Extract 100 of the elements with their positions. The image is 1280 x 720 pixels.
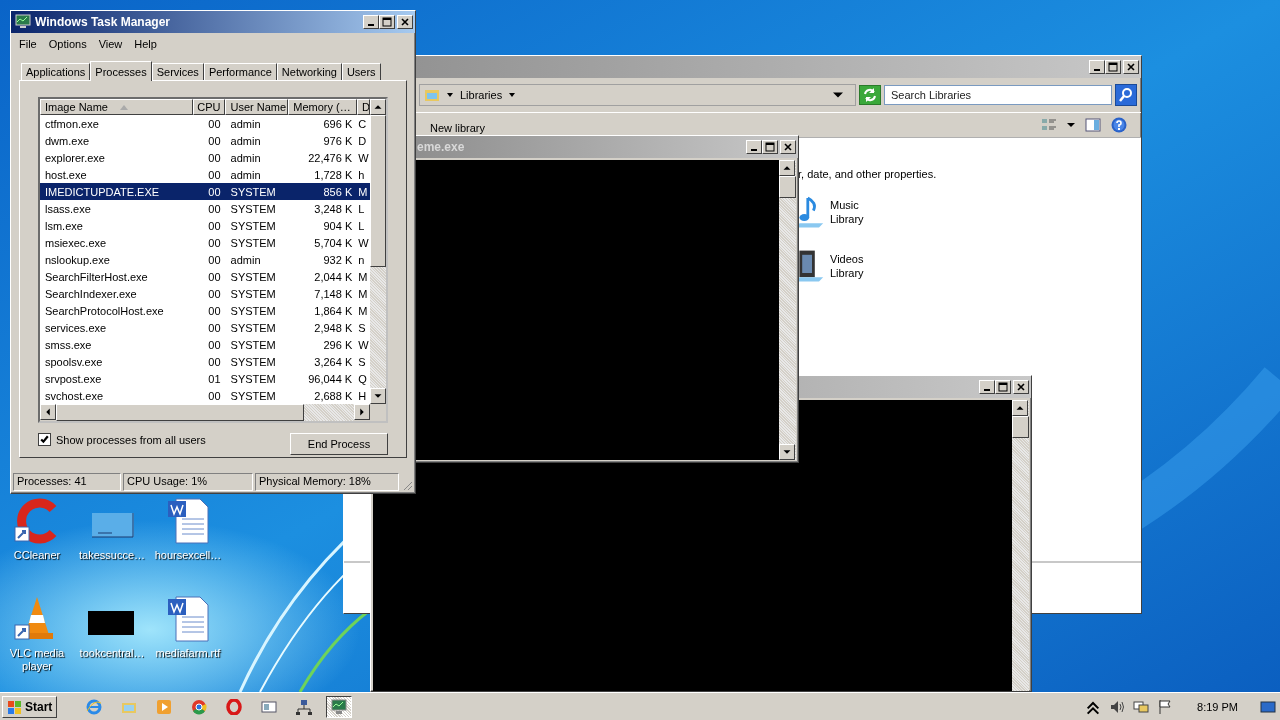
table-cell-text: 00 xyxy=(207,389,222,402)
vertical-scrollbar[interactable] xyxy=(779,160,796,460)
column-header[interactable]: Image Name xyxy=(40,99,193,115)
tab[interactable]: Processes xyxy=(90,61,152,81)
close-button[interactable] xyxy=(1013,380,1029,394)
network-icon[interactable] xyxy=(1133,698,1150,715)
table-cell-text: 96,044 K xyxy=(307,372,354,385)
minimize-button[interactable] xyxy=(746,140,762,154)
resize-grip-icon[interactable] xyxy=(401,479,413,491)
menu-item[interactable]: File xyxy=(19,38,37,50)
table-cell-text: 5,704 K xyxy=(313,236,354,249)
library-name[interactable]: Videos xyxy=(830,252,864,266)
up-arrow-icon[interactable] xyxy=(1012,400,1028,416)
process-row[interactable]: spoolsv.exe 00 SYSTEM 3,264 K S xyxy=(40,353,370,370)
maximize-button[interactable] xyxy=(762,140,778,154)
process-row[interactable]: IMEDICTUPDATE.EXE 00 SYSTEM 856 K M xyxy=(40,183,370,200)
close-button[interactable] xyxy=(397,15,413,29)
tab[interactable]: Applications xyxy=(21,63,91,80)
process-row[interactable]: smss.exe 00 SYSTEM 296 K W xyxy=(40,336,370,353)
refresh-button[interactable] xyxy=(859,85,881,105)
table-cell-text: 00 xyxy=(207,304,222,317)
tab[interactable]: Performance xyxy=(203,63,277,80)
scroll-thumb[interactable] xyxy=(1012,416,1029,438)
tab[interactable]: Services xyxy=(151,63,204,80)
table-cell-text: 696 K xyxy=(322,117,354,130)
table-cell-text: 00 xyxy=(207,355,222,368)
process-row[interactable]: host.exe 00 admin 1,728 K h xyxy=(40,166,370,183)
horizontal-scrollbar[interactable] xyxy=(40,404,370,421)
maximize-button[interactable] xyxy=(1105,60,1121,74)
table-cell-text: SearchProtocolHost.exe xyxy=(44,304,165,317)
checkbox-label[interactable]: Show processes from all users xyxy=(56,433,206,446)
caret-icon[interactable] xyxy=(1067,121,1075,129)
minimize-icon xyxy=(751,149,757,151)
down-arrow-icon[interactable] xyxy=(370,388,386,404)
vertical-scrollbar[interactable] xyxy=(370,99,386,421)
process-row[interactable]: srvpost.exe 01 SYSTEM 96,044 K Q xyxy=(40,370,370,387)
library-name[interactable]: Music xyxy=(830,198,864,212)
table-cell-text: M xyxy=(357,304,369,317)
process-row[interactable]: SearchProtocolHost.exe 00 SYSTEM 1,864 K M xyxy=(40,302,370,319)
checkbox[interactable] xyxy=(38,433,51,446)
table-cell-text: M xyxy=(357,287,369,300)
table-cell-text: SYSTEM xyxy=(229,287,277,300)
process-row[interactable]: SearchIndexer.exe 00 SYSTEM 7,148 K M xyxy=(40,285,370,302)
maximize-button[interactable] xyxy=(995,380,1011,394)
close-icon xyxy=(783,142,793,152)
caret-icon[interactable] xyxy=(508,91,517,99)
tab[interactable]: Users xyxy=(341,63,381,80)
process-row[interactable]: lsm.exe 00 SYSTEM 904 K L xyxy=(40,217,370,234)
up-arrow-icon[interactable] xyxy=(370,99,386,115)
preview-pane-icon[interactable] xyxy=(1085,117,1101,133)
process-row[interactable]: svchost.exe 00 SYSTEM 2,688 K H xyxy=(40,387,370,404)
table-cell-text: admin xyxy=(229,151,262,164)
start-button[interactable]: Start xyxy=(2,695,58,718)
up-arrow-icon[interactable] xyxy=(779,160,795,176)
process-row[interactable]: explorer.exe 00 admin 22,476 K W xyxy=(40,149,370,166)
tab[interactable]: Networking xyxy=(276,63,342,80)
column-header[interactable]: CPU xyxy=(192,99,226,115)
scroll-thumb[interactable] xyxy=(779,176,796,198)
scroll-thumb[interactable] xyxy=(370,115,386,267)
scroll-thumb[interactable] xyxy=(56,404,304,421)
process-row[interactable]: dwm.exe 00 admin 976 K D xyxy=(40,132,370,149)
flag-icon[interactable] xyxy=(1157,698,1174,715)
process-row[interactable]: msiexec.exe 00 SYSTEM 5,704 K W xyxy=(40,234,370,251)
show-desktop-icon[interactable] xyxy=(1260,698,1276,715)
new-library-button[interactable]: New library xyxy=(430,116,485,134)
dropdown-icon[interactable] xyxy=(833,90,843,100)
process-row[interactable]: nslookup.exe 00 admin 932 K n xyxy=(40,251,370,268)
minimize-button[interactable] xyxy=(1089,60,1105,74)
search-field[interactable]: Search Libraries xyxy=(884,85,1112,105)
menu-item[interactable]: Options xyxy=(48,38,87,50)
help-icon[interactable] xyxy=(1111,117,1127,133)
table-cell: W xyxy=(357,338,370,351)
end-process-button[interactable]: End Process xyxy=(290,433,388,455)
table-cell-text: 00 xyxy=(207,287,222,300)
address-bar[interactable]: Libraries xyxy=(419,84,856,106)
maximize-button[interactable] xyxy=(379,15,395,29)
monitor-icon[interactable] xyxy=(326,695,353,718)
column-header[interactable]: D xyxy=(357,99,370,115)
process-row[interactable]: ctfmon.exe 00 admin 696 K C xyxy=(40,115,370,132)
process-row[interactable]: lsass.exe 00 SYSTEM 3,248 K L xyxy=(40,200,370,217)
menu-item[interactable]: View xyxy=(98,38,123,50)
clock[interactable]: 8:19 PM xyxy=(1197,700,1238,713)
vertical-scrollbar[interactable] xyxy=(1012,400,1029,691)
breadcrumb-item[interactable]: Libraries xyxy=(460,89,503,101)
column-header[interactable]: User Name xyxy=(225,99,289,115)
down-arrow-icon[interactable] xyxy=(779,444,795,460)
minimize-button[interactable] xyxy=(363,15,379,29)
table-cell-text: IMEDICTUPDATE.EXE xyxy=(44,185,161,198)
close-button[interactable] xyxy=(780,140,796,154)
column-header[interactable]: Memory (… xyxy=(288,99,358,115)
search-button[interactable] xyxy=(1115,84,1137,106)
table-cell-text: SYSTEM xyxy=(229,270,277,283)
minimize-button[interactable] xyxy=(979,380,995,394)
close-button[interactable] xyxy=(1123,60,1139,74)
description-text: r, date, and other properties. xyxy=(798,168,938,180)
table-cell-text: 904 K xyxy=(322,219,354,232)
caret-icon[interactable] xyxy=(446,91,454,99)
menu-item[interactable]: Help xyxy=(134,38,157,50)
process-row[interactable]: SearchFilterHost.exe 00 SYSTEM 2,044 K M xyxy=(40,268,370,285)
process-row[interactable]: services.exe 00 SYSTEM 2,948 K S xyxy=(40,319,370,336)
